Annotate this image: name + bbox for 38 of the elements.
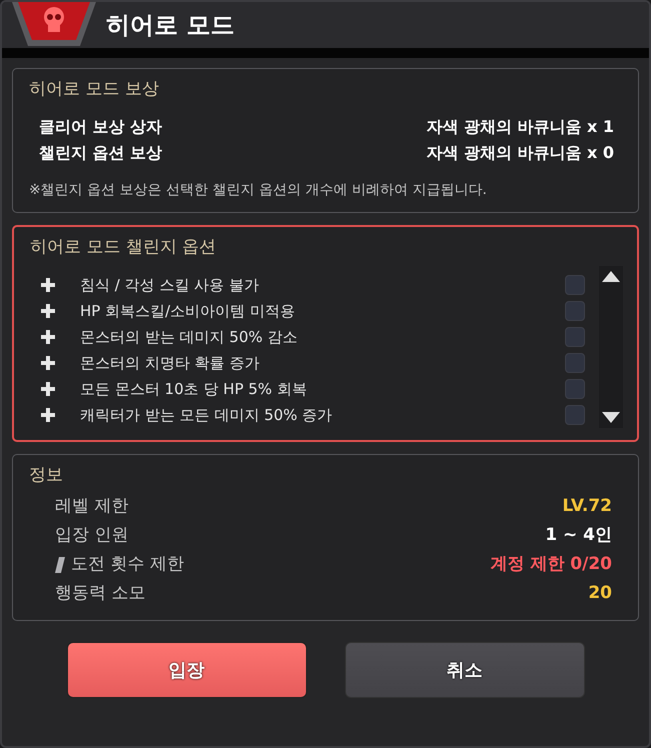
slash-icon — [55, 556, 65, 574]
info-value: 계정 제한 0/20 — [490, 553, 612, 576]
reward-value: 자색 광채의 바큐니움 x 0 — [426, 142, 614, 164]
option-label: 몬스터의 받는 데미지 50% 감소 — [80, 328, 298, 346]
reward-value: 자색 광채의 바큐니움 x 1 — [426, 116, 614, 138]
info-value: 20 — [588, 582, 612, 605]
plus-icon[interactable] — [40, 381, 56, 397]
panel-title: 정보 — [29, 464, 64, 486]
panel-title: 히어로 모드 보상 — [29, 78, 160, 100]
option-checkbox[interactable] — [565, 405, 585, 425]
info-value: LV.72 — [562, 495, 612, 518]
info-label: 도전 횟수 제한 — [71, 553, 184, 576]
option-checkbox[interactable] — [565, 301, 585, 321]
info-label: 입장 인원 — [55, 524, 128, 547]
plus-icon[interactable] — [40, 329, 56, 345]
reward-label: 클리어 보상 상자 — [39, 116, 162, 138]
plus-icon[interactable] — [40, 407, 56, 423]
option-label: HP 회복스킬/소비아이템 미적용 — [80, 302, 296, 320]
info-label: 레벨 제한 — [55, 495, 128, 518]
info-label: 행동력 소모 — [55, 582, 146, 605]
option-checkbox[interactable] — [565, 353, 585, 373]
option-checkbox[interactable] — [565, 327, 585, 347]
info-value: 1 ~ 4인 — [545, 524, 612, 547]
window-title: 히어로 모드 — [106, 10, 234, 41]
plus-icon[interactable] — [40, 277, 56, 293]
option-checkbox[interactable] — [565, 379, 585, 399]
scrollbar[interactable] — [599, 266, 623, 428]
reward-note: ※챌린지 옵션 보상은 선택한 챌린지 옵션의 개수에 비례하여 지급됩니다. — [29, 181, 488, 200]
option-label: 침식 / 각성 스킬 사용 불가 — [80, 276, 260, 294]
option-label: 캐릭터가 받는 모든 데미지 50% 증가 — [80, 406, 334, 424]
option-label: 몬스터의 치명타 확률 증가 — [80, 354, 260, 372]
cancel-button[interactable]: 취소 — [344, 642, 584, 698]
plus-icon[interactable] — [40, 355, 56, 371]
reward-label: 챌린지 옵션 보상 — [39, 142, 162, 164]
panel-title: 히어로 모드 챌린지 옵션 — [30, 236, 218, 258]
option-checkbox[interactable] — [565, 275, 585, 295]
plus-icon[interactable] — [40, 303, 56, 319]
option-label: 모든 몬스터 10초 당 HP 5% 회복 — [80, 380, 308, 398]
